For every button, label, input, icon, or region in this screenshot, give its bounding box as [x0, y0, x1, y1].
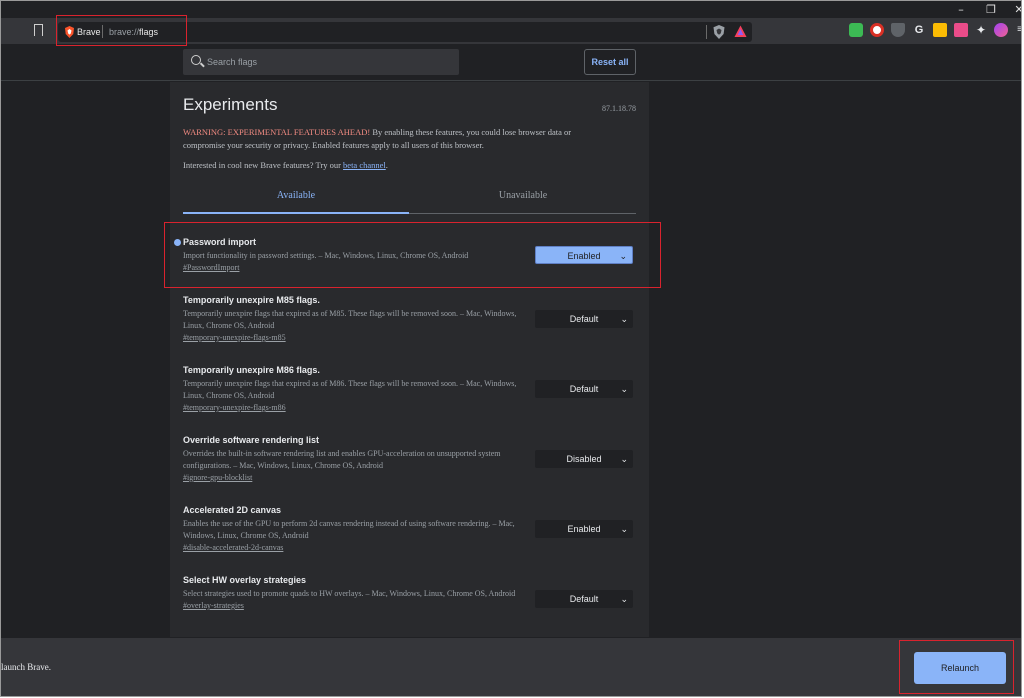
flag-item-overlay-strategies: Select HW overlay strategies Select stra… — [183, 575, 636, 610]
warning-heading: WARNING: EXPERIMENTAL FEATURES AHEAD! — [183, 127, 371, 137]
beta-channel-link[interactable]: beta channel — [343, 160, 386, 170]
extension-shield-icon[interactable] — [891, 23, 905, 37]
flags-tabs: Available Unavailable — [183, 184, 636, 214]
flag-name: Temporarily unexpire M85 flags. — [183, 295, 320, 305]
flags-header: Reset all — [1, 46, 1021, 81]
chevron-down-icon: ⌄ — [620, 454, 628, 464]
flag-description: Temporarily unexpire flags that expired … — [183, 309, 517, 330]
chevron-down-icon: ⌄ — [619, 251, 627, 261]
chevron-down-icon: ⌄ — [620, 594, 628, 604]
brave-logo-icon — [65, 26, 74, 38]
url-text[interactable]: brave://flags — [109, 25, 158, 39]
search-icon — [191, 55, 201, 65]
flag-permalink[interactable]: #disable-accelerated-2d-canvas — [183, 543, 636, 552]
brave-shields-icon[interactable] — [713, 25, 725, 39]
flag-name: Select HW overlay strategies — [183, 575, 307, 585]
flag-select[interactable]: Default ⌄ — [535, 310, 633, 328]
flag-item-accelerated-2d-canvas: Accelerated 2D canvas Enables the use of… — [183, 505, 636, 552]
flag-name: Override software rendering list — [183, 435, 320, 445]
chevron-down-icon: ⌄ — [620, 524, 628, 534]
tab-unavailable[interactable]: Unavailable — [410, 184, 636, 214]
chevron-down-icon: ⌄ — [620, 384, 628, 394]
modified-indicator-icon — [174, 239, 181, 246]
flag-description: Select strategies used to promote quads … — [183, 589, 516, 598]
extension-robot-icon[interactable] — [849, 23, 863, 37]
flag-item-unexpire-m86: Temporarily unexpire M86 flags. Temporar… — [183, 365, 636, 412]
extension-target-icon[interactable] — [870, 23, 884, 37]
flag-description: Overrides the built-in software renderin… — [183, 449, 501, 470]
chevron-down-icon: ⌄ — [620, 314, 628, 324]
flag-description: Import functionality in password setting… — [183, 251, 469, 260]
flag-item-unexpire-m85: Temporarily unexpire M85 flags. Temporar… — [183, 295, 636, 342]
profile-avatar-icon[interactable] — [994, 23, 1008, 37]
browser-window: – ❐ ✕ Brave brave://flags — [0, 0, 1022, 697]
search-input[interactable] — [207, 54, 447, 70]
flag-permalink[interactable]: #temporary-unexpire-flags-m86 — [183, 403, 636, 412]
flag-select[interactable]: Enabled ⌄ — [535, 520, 633, 538]
extensions-puzzle-icon[interactable]: ✦ — [974, 23, 988, 37]
address-bar[interactable]: Brave brave://flags — [58, 22, 752, 42]
flag-description: Temporarily unexpire flags that expired … — [183, 379, 517, 400]
extension-google-icon[interactable]: G — [912, 23, 926, 37]
flag-permalink[interactable]: #ignore-gpu-blocklist — [183, 473, 636, 482]
close-button[interactable]: ✕ — [1004, 1, 1021, 18]
site-name: Brave — [77, 27, 101, 37]
flag-item-ignore-gpu-blocklist: Override software rendering list Overrid… — [183, 435, 636, 482]
brave-rewards-icon[interactable] — [734, 25, 747, 38]
menu-icon[interactable]: ≡ — [1013, 23, 1021, 37]
flag-permalink[interactable]: #temporary-unexpire-flags-m85 — [183, 333, 636, 342]
title-bar: – ❐ ✕ — [1, 1, 1021, 18]
search-box[interactable] — [183, 49, 459, 75]
flag-select[interactable]: Disabled ⌄ — [535, 450, 633, 468]
omnibox-divider — [706, 25, 707, 39]
minimize-button[interactable]: – — [946, 1, 976, 18]
tab-available[interactable]: Available — [183, 184, 409, 214]
version-label: 87.1.18.78 — [602, 104, 636, 113]
extension-bookmark-icon[interactable] — [954, 23, 968, 37]
browser-toolbar: Brave brave://flags G ✦ ≡ — [1, 18, 1021, 45]
flag-select[interactable]: Enabled ⌄ — [535, 246, 633, 264]
restore-button[interactable]: ❐ — [976, 1, 1006, 18]
extension-puzzle-color-icon[interactable] — [933, 23, 947, 37]
flag-item-password-import: Password import Import functionality in … — [174, 237, 636, 272]
relaunch-bar: elaunch Brave. Relaunch — [0, 637, 1021, 696]
beta-promo: Interested in cool new Brave features? T… — [183, 160, 388, 170]
relaunch-button[interactable]: Relaunch — [914, 652, 1006, 684]
flag-select[interactable]: Default ⌄ — [535, 380, 633, 398]
page-title: Experiments — [183, 95, 278, 114]
warning-message: WARNING: EXPERIMENTAL FEATURES AHEAD! By… — [183, 127, 572, 150]
relaunch-message: elaunch Brave. — [0, 662, 51, 672]
flag-select[interactable]: Default ⌄ — [535, 590, 633, 608]
flag-name: Temporarily unexpire M86 flags. — [183, 365, 320, 375]
flag-name: Accelerated 2D canvas — [183, 505, 282, 515]
experiments-panel: Experiments 87.1.18.78 WARNING: EXPERIME… — [170, 82, 649, 637]
bookmark-icon[interactable] — [34, 24, 43, 40]
reset-all-button[interactable]: Reset all — [584, 49, 636, 75]
flag-description: Enables the use of the GPU to perform 2d… — [183, 519, 515, 540]
omnibox-separator — [102, 25, 103, 38]
